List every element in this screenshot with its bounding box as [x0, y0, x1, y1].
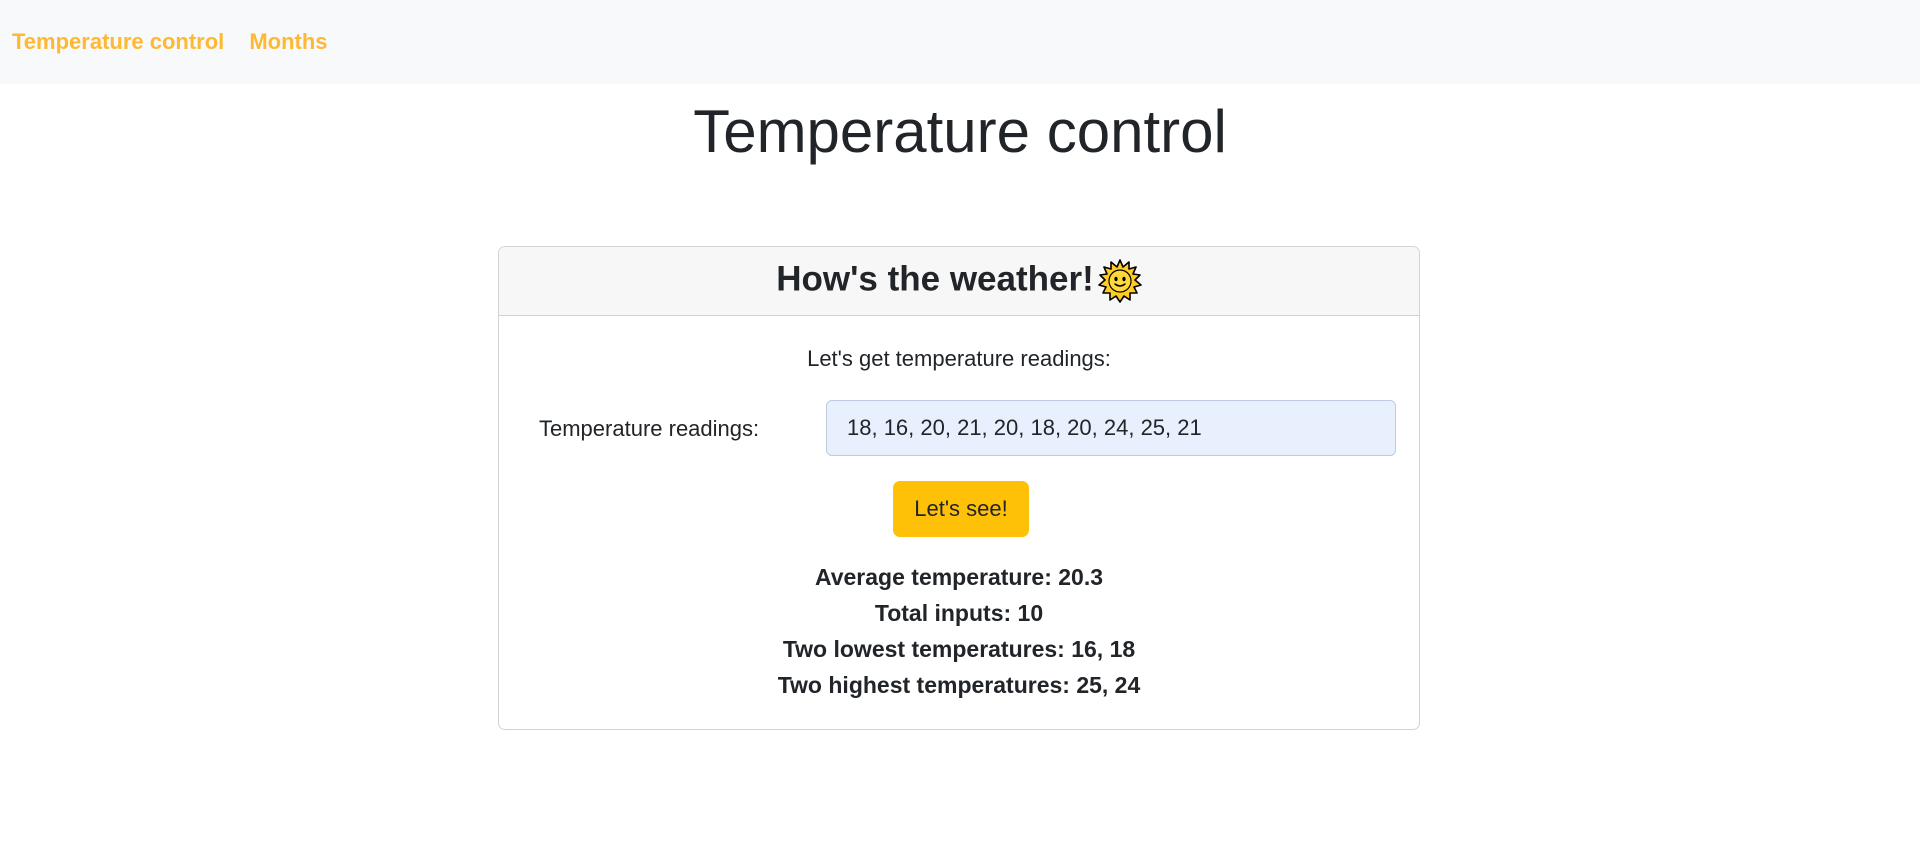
readings-label: Temperature readings:	[539, 416, 760, 441]
two-lowest-temperatures: Two lowest temperatures: 16, 18	[782, 636, 1136, 662]
total-inputs: Total inputs: 10	[874, 600, 1044, 626]
page-title: Temperature control	[693, 98, 1227, 165]
nav-link-months[interactable]: Months	[249, 29, 327, 55]
intro-text: Let's get temperature readings:	[807, 346, 1111, 371]
temperature-readings-input[interactable]	[826, 400, 1396, 456]
card-title: How's the weather!	[776, 259, 1142, 303]
weather-card: How's the weather! Let's get temperature…	[498, 246, 1420, 730]
lets-see-button[interactable]: Let's see!	[893, 481, 1029, 537]
sun-with-face-icon	[1097, 259, 1142, 303]
average-temperature: Average temperature: 20.3	[814, 564, 1104, 590]
card-title-text: How's the weather!	[776, 259, 1094, 299]
navbar: Temperature control Months	[0, 0, 1920, 84]
card-header: How's the weather!	[499, 247, 1419, 316]
two-highest-temperatures: Two highest temperatures: 25, 24	[777, 672, 1141, 698]
results: Average temperature: 20.3 Total inputs: …	[499, 559, 1419, 703]
nav-brand-temperature-control[interactable]: Temperature control	[12, 29, 224, 55]
